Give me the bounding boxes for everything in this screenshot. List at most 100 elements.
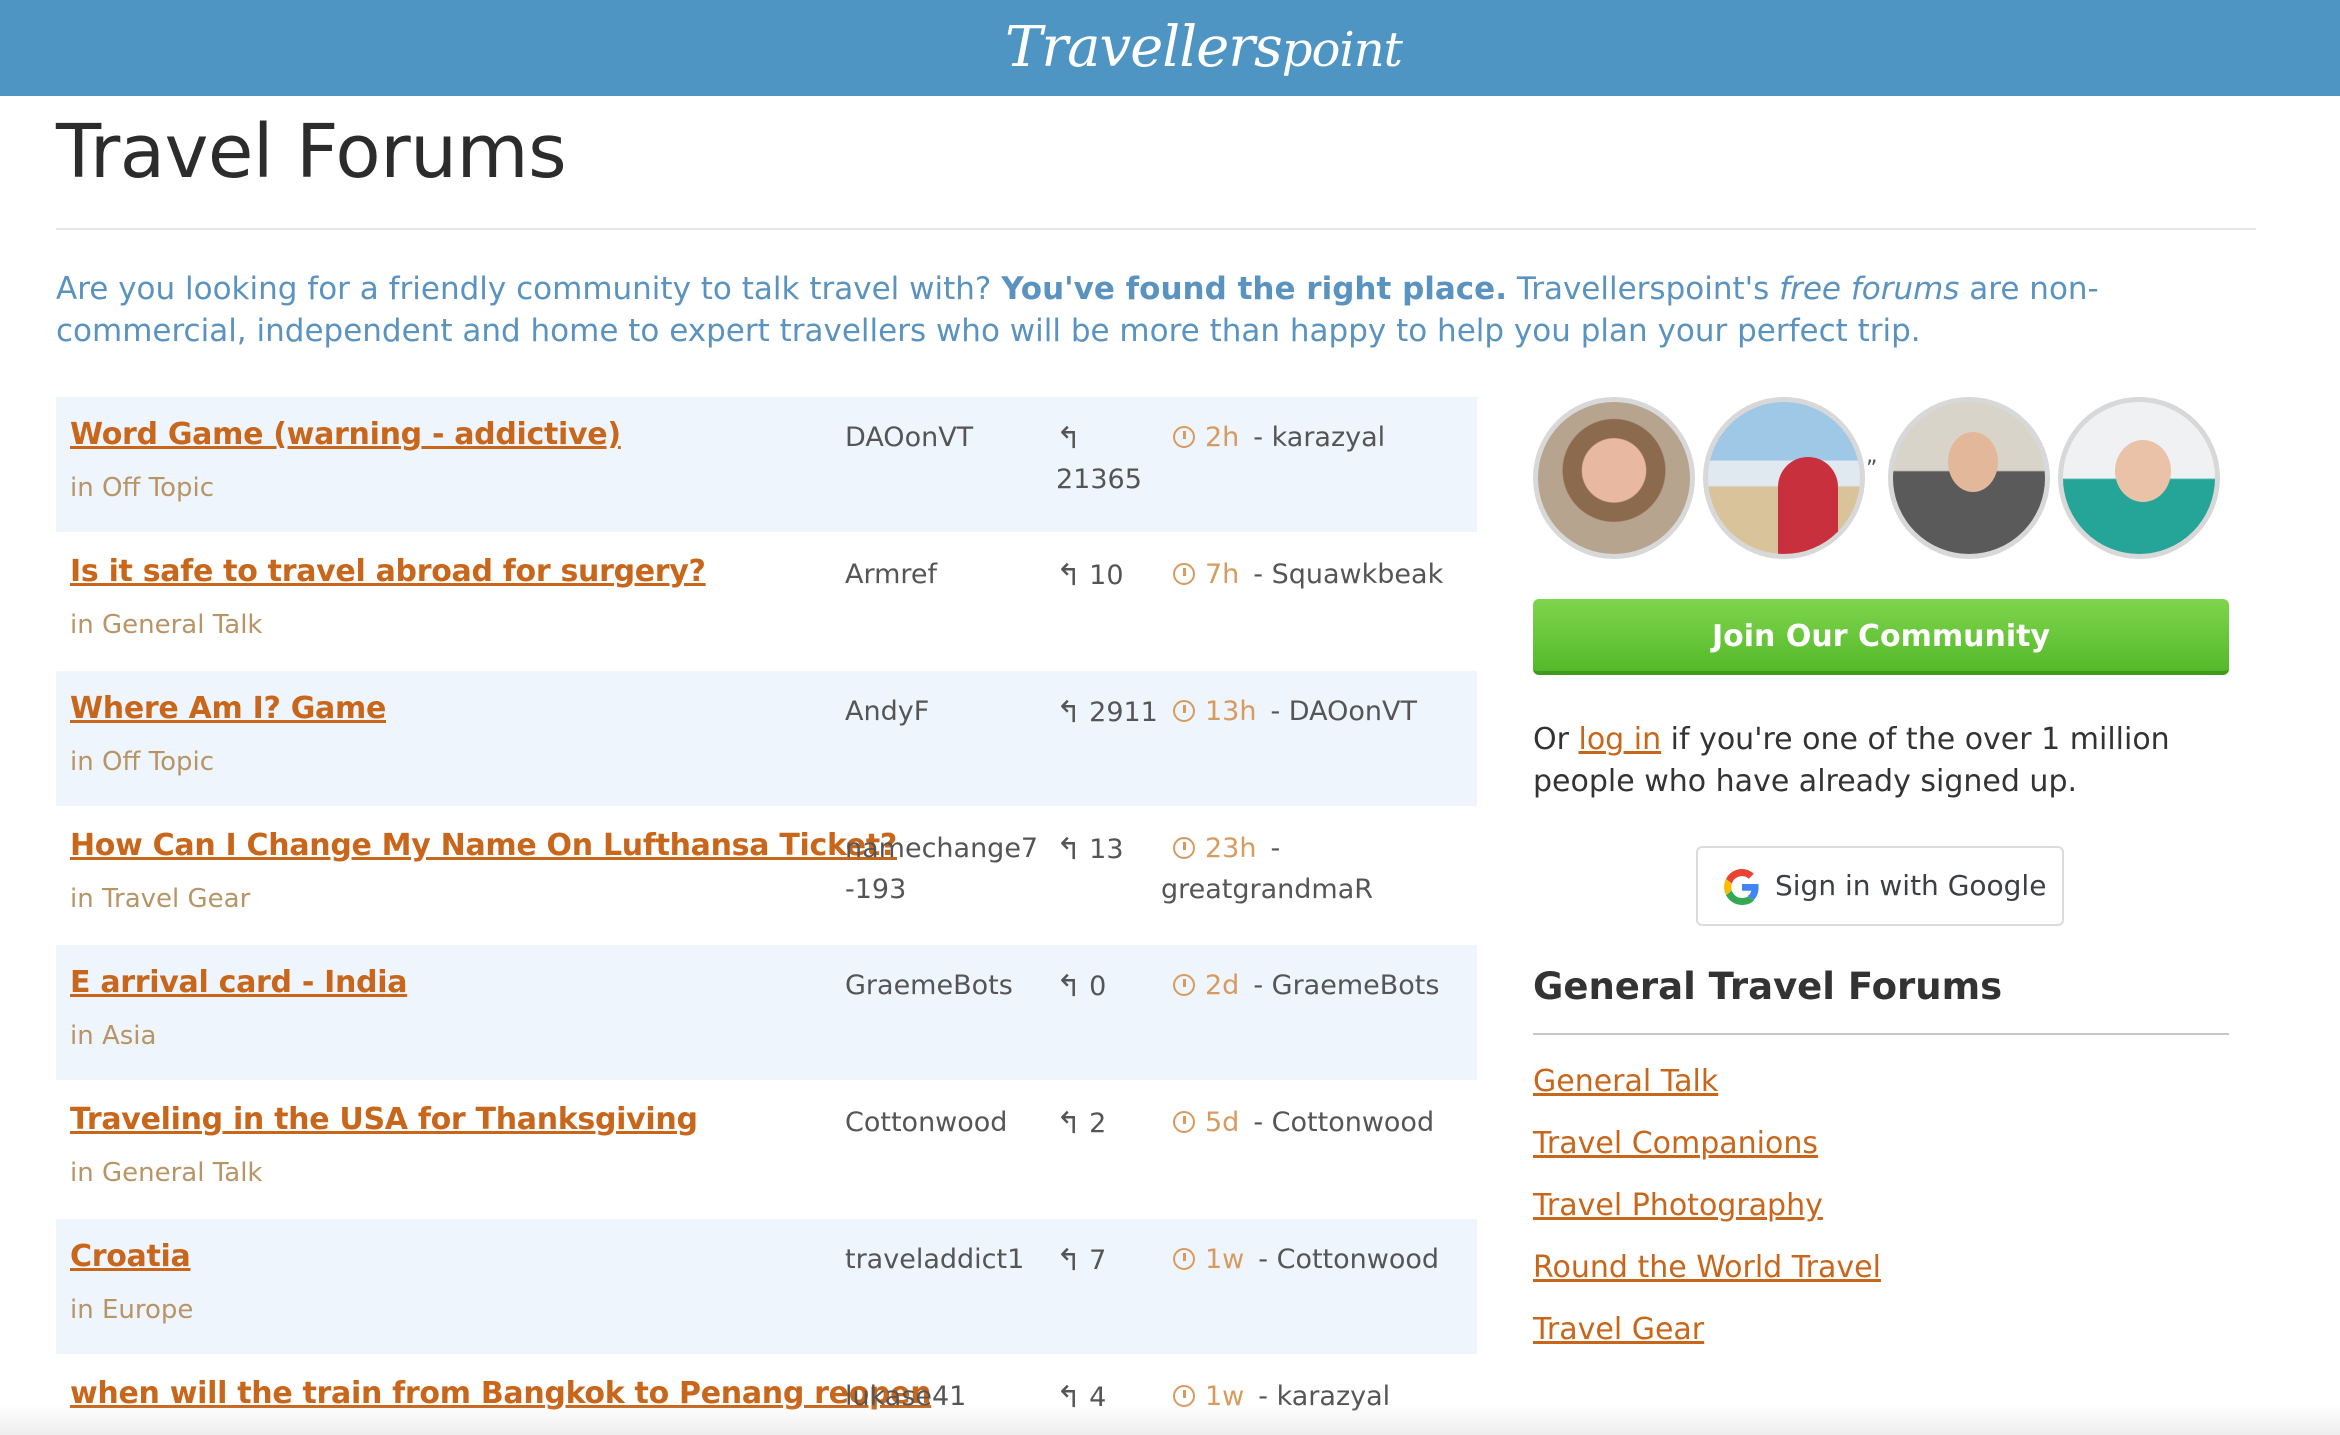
avatar[interactable]: [2058, 397, 2220, 559]
intro-italic-text: free forums: [1779, 271, 1960, 307]
topic-replies: ↰ 13: [1056, 828, 1166, 870]
clock-icon: [1173, 426, 1195, 448]
avatar[interactable]: [1888, 397, 2050, 559]
topic-age[interactable]: 2d: [1205, 970, 1239, 1001]
topic-author[interactable]: Cottonwood: [845, 1102, 1045, 1143]
topic-author[interactable]: Armref: [845, 554, 1045, 595]
login-prefix: Or: [1533, 722, 1579, 757]
topic-title-link[interactable]: Croatia: [70, 1239, 191, 1274]
topic-author[interactable]: DAOonVT: [845, 417, 1045, 458]
reply-count: 10: [1089, 560, 1124, 591]
travellerspoint-logo[interactable]: Travellerspoint: [1005, 8, 1403, 88]
forum-link-travel-companions[interactable]: Travel Companions: [1533, 1126, 1818, 1161]
topic-author[interactable]: AndyF: [845, 691, 1045, 732]
avatar-quote-mark: ”: [1866, 457, 1878, 482]
last-poster[interactable]: - Cottonwood: [1258, 1244, 1439, 1275]
topic-category[interactable]: in Travel Gear: [70, 884, 250, 914]
reply-arrow-icon: ↰: [1056, 1106, 1082, 1141]
last-poster[interactable]: - DAOonVT: [1270, 696, 1416, 727]
topic-row: Word Game (warning - addictive) in Off To…: [56, 397, 1477, 534]
reply-count: 2: [1089, 1108, 1107, 1139]
topic-category[interactable]: in General Talk: [70, 1158, 263, 1188]
forum-link-travel-gear[interactable]: Travel Gear: [1533, 1312, 1704, 1347]
avatar[interactable]: [1533, 397, 1695, 559]
topic-title-link[interactable]: Is it safe to travel abroad for surgery?: [70, 554, 706, 589]
general-forums-heading: General Travel Forums: [1533, 965, 2003, 1008]
last-poster[interactable]: - karazyal: [1253, 422, 1385, 453]
google-sign-in-button[interactable]: Sign in with Google: [1696, 846, 2064, 926]
topic-age[interactable]: 7h: [1205, 559, 1239, 590]
forum-link-round-the-world-travel[interactable]: Round the World Travel: [1533, 1250, 1881, 1285]
topic-author[interactable]: namechange7-193: [845, 828, 1045, 910]
clock-icon: [1173, 563, 1195, 585]
topic-age[interactable]: 1w: [1205, 1244, 1244, 1275]
bottom-scroll-fade: [0, 1405, 2340, 1435]
topic-title-link[interactable]: E arrival card - India: [70, 965, 407, 1000]
intro-bold-text: You've found the right place.: [1001, 271, 1507, 307]
topic-replies: ↰ 21365: [1056, 417, 1166, 500]
topic-age[interactable]: 23h: [1205, 833, 1256, 864]
topic-category[interactable]: in Off Topic: [70, 747, 214, 777]
topic-row: Is it safe to travel abroad for surgery?…: [56, 534, 1477, 671]
topic-title-link[interactable]: Traveling in the USA for Thanksgiving: [70, 1102, 698, 1137]
reply-arrow-icon: ↰: [1056, 1243, 1082, 1278]
topic-category[interactable]: in General Talk: [70, 610, 263, 640]
forum-link-travel-photography[interactable]: Travel Photography: [1533, 1188, 1823, 1223]
topic-age[interactable]: 5d: [1205, 1107, 1239, 1138]
login-prompt: Or log in if you're one of the over 1 mi…: [1533, 719, 2253, 803]
topic-last-post: 23h - greatgrandmaR: [1161, 828, 1461, 910]
topic-last-post: 2h - karazyal: [1161, 417, 1461, 458]
last-poster[interactable]: - Squawkbeak: [1253, 559, 1443, 590]
topic-last-post: 13h - DAOonVT: [1161, 691, 1461, 732]
avatar[interactable]: [1703, 397, 1865, 559]
topic-age[interactable]: 13h: [1205, 696, 1256, 727]
topic-category[interactable]: in Asia: [70, 1021, 156, 1051]
member-avatars: ”: [1533, 397, 2229, 563]
topic-last-post: 5d - Cottonwood: [1161, 1102, 1461, 1143]
clock-icon: [1173, 700, 1195, 722]
sidebar: ” Join Our Community Or log in if you're…: [1533, 397, 2229, 1347]
topic-author[interactable]: GraemeBots: [845, 965, 1045, 1006]
topic-last-post: 1w - Cottonwood: [1161, 1239, 1461, 1280]
last-poster[interactable]: - GraemeBots: [1253, 970, 1439, 1001]
reply-count: 2911: [1089, 697, 1158, 728]
forum-link-general-talk[interactable]: General Talk: [1533, 1064, 1718, 1099]
google-g-icon: [1724, 869, 1759, 905]
reply-count: 7: [1089, 1245, 1107, 1276]
reply-arrow-icon: ↰: [1056, 421, 1082, 456]
topic-row: Traveling in the USA for Thanksgiving in …: [56, 1082, 1477, 1219]
google-sign-in-label: Sign in with Google: [1775, 869, 2047, 902]
title-divider: [56, 228, 2256, 230]
topic-row: How Can I Change My Name On Lufthansa Ti…: [56, 808, 1477, 945]
reply-count: 13: [1089, 834, 1124, 865]
topic-replies: ↰ 10: [1056, 554, 1166, 596]
intro-paragraph: Are you looking for a friendly community…: [56, 268, 2256, 352]
reply-arrow-icon: ↰: [1056, 695, 1082, 730]
topic-category[interactable]: in Europe: [70, 1295, 193, 1325]
topic-age[interactable]: 2h: [1205, 422, 1239, 453]
reply-count: 21365: [1056, 464, 1142, 495]
reply-arrow-icon: ↰: [1056, 558, 1082, 593]
topic-replies: ↰ 7: [1056, 1239, 1166, 1281]
reply-count: 0: [1089, 971, 1107, 1002]
topic-replies: ↰ 2: [1056, 1102, 1166, 1144]
logo-text-suffix: point: [1281, 22, 1403, 78]
topic-row: Where Am I? Game in Off Topic AndyF ↰ 2911 13…: [56, 671, 1477, 808]
clock-icon: [1173, 1248, 1195, 1270]
last-poster[interactable]: - Cottonwood: [1253, 1107, 1434, 1138]
topic-author[interactable]: traveladdict1: [845, 1239, 1045, 1280]
top-header-bar: Travellerspoint: [0, 0, 2340, 96]
topic-last-post: 7h - Squawkbeak: [1161, 554, 1461, 595]
topic-title-link[interactable]: Word Game (warning - addictive): [70, 417, 621, 452]
intro-text-1: Are you looking for a friendly community…: [56, 271, 1002, 307]
reply-arrow-icon: ↰: [1056, 832, 1082, 867]
reply-arrow-icon: ↰: [1056, 969, 1082, 1004]
join-community-button[interactable]: Join Our Community: [1533, 599, 2229, 675]
intro-text-2: Travellerspoint's: [1506, 271, 1780, 307]
topic-category[interactable]: in Off Topic: [70, 473, 214, 503]
topic-replies: ↰ 0: [1056, 965, 1166, 1007]
topic-title-link[interactable]: How Can I Change My Name On Lufthansa Ti…: [70, 828, 897, 863]
login-link[interactable]: log in: [1578, 722, 1661, 757]
clock-icon: [1173, 974, 1195, 996]
topic-title-link[interactable]: Where Am I? Game: [70, 691, 386, 726]
